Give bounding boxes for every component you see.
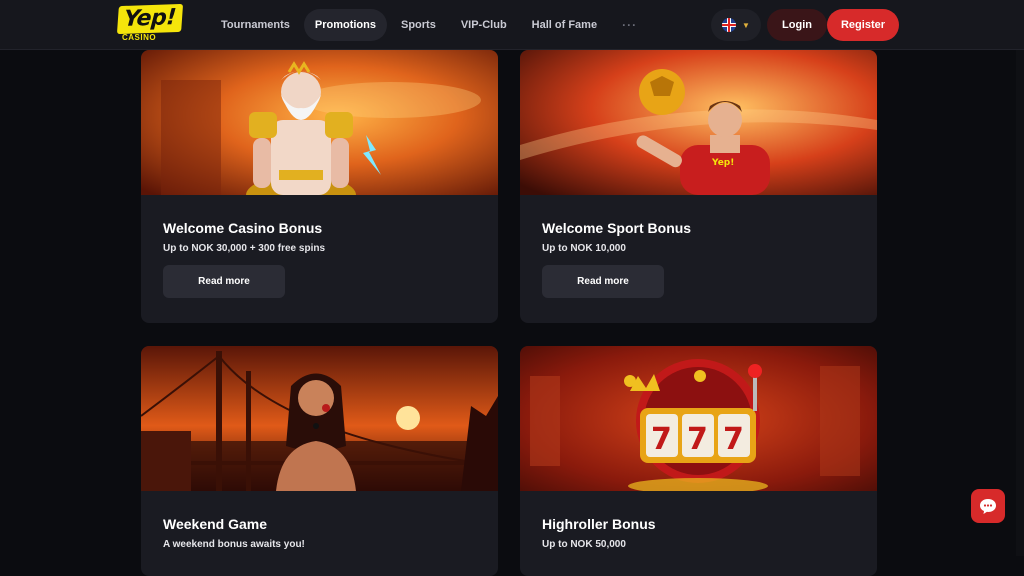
promo-card-highroller: 7 7 7 Highroller Bonus Up to NOK 50,000: [520, 346, 877, 576]
promo-card-casino: Welcome Casino Bonus Up to NOK 30,000 + …: [141, 50, 498, 323]
promo-subtitle: A weekend bonus awaits you!: [163, 539, 305, 550]
uk-flag-icon: [722, 18, 737, 32]
zeus-illustration: [141, 50, 498, 195]
login-button[interactable]: Login: [767, 9, 827, 41]
nav-vip-club[interactable]: VIP-Club: [450, 9, 518, 41]
football-player-illustration: Yep!: [520, 50, 877, 195]
main-nav: Tournaments Promotions Sports VIP-Club H…: [210, 9, 651, 41]
read-more-button[interactable]: Read more: [542, 265, 664, 298]
chevron-down-icon: ▼: [742, 20, 750, 30]
promo-subtitle: Up to NOK 30,000 + 300 free spins: [163, 243, 326, 254]
svg-text:7: 7: [723, 422, 744, 457]
promo-title: Weekend Game: [163, 516, 268, 532]
svg-text:Yep!: Yep!: [711, 158, 734, 168]
yep-casino-logo[interactable]: Yep! CASINO: [116, 3, 190, 45]
slot-machine-777-illustration: 7 7 7: [520, 346, 877, 491]
logo-wordmark: Yep!: [116, 3, 183, 35]
top-navbar: Yep! CASINO Tournaments Promotions Sport…: [0, 0, 1024, 50]
chat-bubble-icon: [980, 499, 996, 514]
svg-text:7: 7: [651, 422, 672, 457]
promo-subtitle: Up to NOK 10,000: [542, 243, 626, 254]
nav-promotions[interactable]: Promotions: [303, 9, 387, 41]
read-more-button[interactable]: Read more: [163, 265, 285, 298]
language-selector[interactable]: ▼: [711, 9, 761, 41]
promo-title: Welcome Sport Bonus: [542, 220, 692, 236]
chat-button[interactable]: [971, 489, 1005, 523]
bridge-sunset-woman-illustration: [141, 346, 498, 491]
svg-text:7: 7: [687, 422, 708, 457]
nav-more-icon[interactable]: ···: [611, 9, 648, 41]
promo-card-sport: Yep! Welcome Sport Bonus Up to NOK 10,00…: [520, 50, 877, 323]
logo-subtext: CASINO: [122, 33, 157, 42]
promo-title: Highroller Bonus: [542, 516, 656, 532]
promo-card-weekend: Weekend Game A weekend bonus awaits you!: [141, 346, 498, 576]
register-button[interactable]: Register: [827, 9, 899, 41]
nav-tournaments[interactable]: Tournaments: [210, 9, 301, 41]
page-scrollbar[interactable]: [1016, 50, 1024, 556]
promo-title: Welcome Casino Bonus: [163, 220, 323, 236]
nav-sports[interactable]: Sports: [390, 9, 447, 41]
nav-hall-of-fame[interactable]: Hall of Fame: [521, 9, 608, 41]
promo-subtitle: Up to NOK 50,000: [542, 539, 626, 550]
